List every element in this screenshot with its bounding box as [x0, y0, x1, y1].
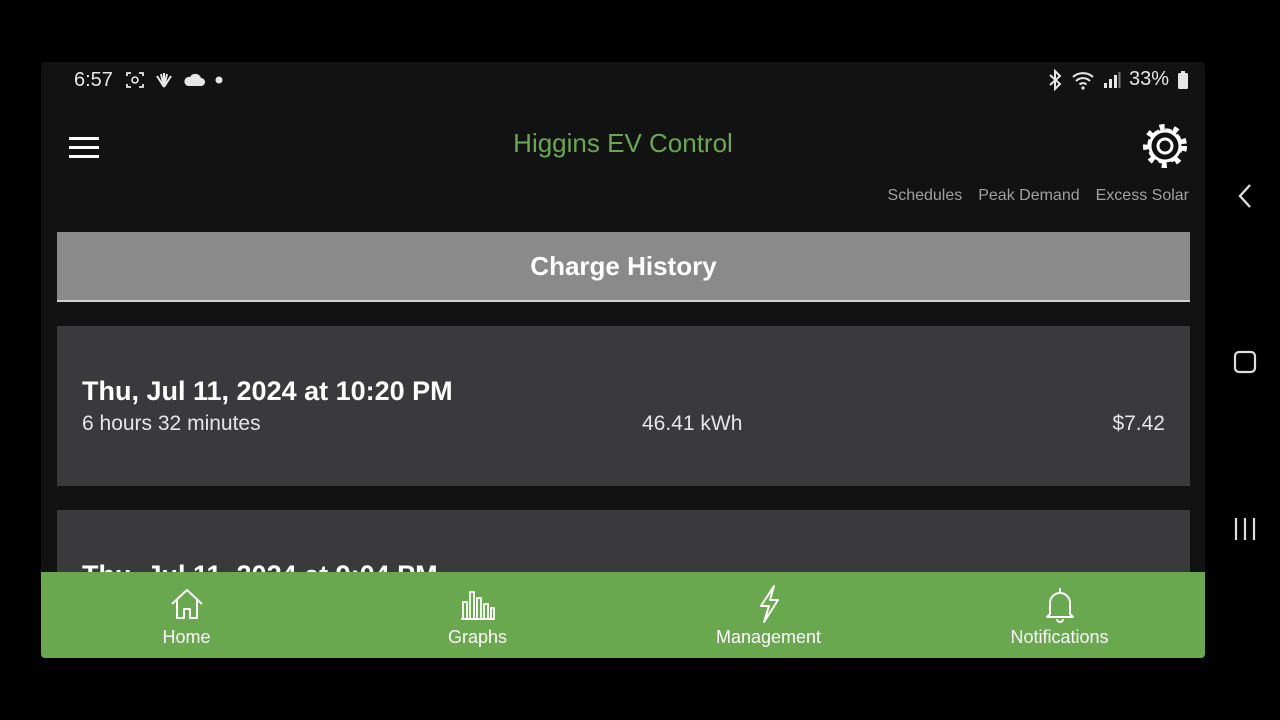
screenshot-icon [126, 72, 144, 88]
nav-home-label: Home [162, 627, 211, 647]
bar-chart-icon [460, 591, 495, 620]
lightning-icon [759, 585, 779, 623]
nav-home[interactable]: Home [41, 572, 332, 658]
nav-management[interactable]: Management [623, 572, 914, 658]
charge-history-header: Charge History [57, 232, 1190, 302]
status-icons-left [125, 71, 225, 89]
nav-notifications[interactable]: Notifications [914, 572, 1205, 658]
system-back-icon[interactable] [1234, 182, 1256, 210]
bluetooth-icon [1049, 68, 1062, 91]
charge-energy: 46.41 kWh [642, 412, 743, 435]
nav-management-label: Management [715, 627, 822, 647]
status-time: 6:57 [74, 69, 113, 91]
system-recent-apps-icon[interactable] [1232, 516, 1258, 542]
nav-notifications-label: Notifications [1010, 627, 1109, 647]
status-bar: 6:57 33% [41, 62, 1205, 98]
settings-gear-icon[interactable] [1137, 118, 1193, 174]
excess-solar-link[interactable]: Excess Solar [1096, 187, 1189, 205]
battery-icon [1178, 70, 1188, 89]
wifi-icon [1072, 71, 1094, 90]
dot-icon [215, 76, 223, 84]
cnbc-icon [156, 73, 172, 88]
charge-duration: 6 hours 32 minutes [82, 412, 261, 435]
nav-graphs-label: Graphs [447, 627, 508, 647]
bottom-nav: Home Graphs Management Notifications [41, 572, 1205, 658]
home-icon [170, 589, 203, 619]
status-icons-right: 33% [1047, 68, 1189, 91]
charge-history-item[interactable]: Thu, Jul 11, 2024 at 10:20 PM 6 hours 32… [57, 326, 1190, 486]
battery-percentage: 33% [1128, 68, 1169, 90]
charge-date: Thu, Jul 11, 2024 at 10:20 PM [82, 376, 453, 406]
app-bar: Higgins EV Control Schedules Peak Demand… [41, 98, 1205, 204]
charge-cost: $7.42 [1112, 412, 1165, 435]
bell-icon [1045, 588, 1074, 623]
app-screen: 6:57 33% Higgins EV Control Schedules Pe… [41, 62, 1205, 658]
schedules-link[interactable]: Schedules [888, 187, 963, 205]
system-home-icon[interactable] [1233, 350, 1257, 374]
cloud-icon [184, 73, 205, 86]
signal-icon [1103, 71, 1121, 88]
peak-demand-link[interactable]: Peak Demand [978, 187, 1079, 205]
app-title: Higgins EV Control [513, 128, 733, 158]
app-links: Schedules Peak Demand Excess Solar [888, 187, 1189, 205]
nav-graphs[interactable]: Graphs [332, 572, 623, 658]
